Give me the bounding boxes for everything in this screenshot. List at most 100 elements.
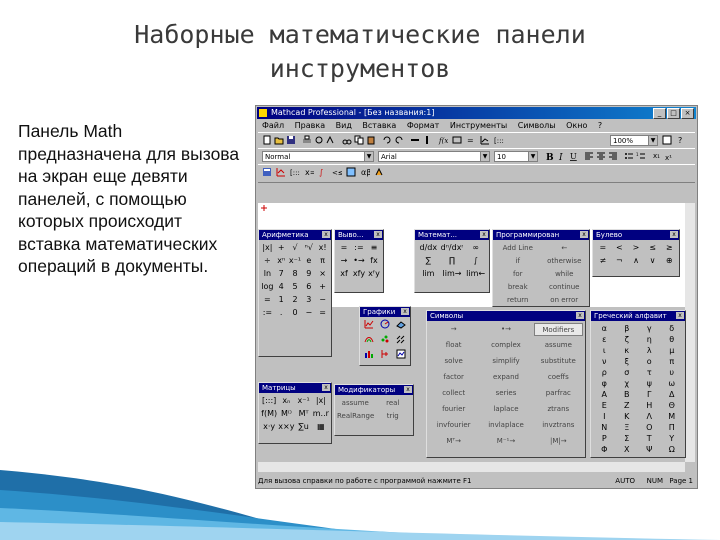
redo-icon[interactable] bbox=[394, 135, 404, 145]
greek-button[interactable]: Μ bbox=[661, 411, 684, 422]
evaluation-button[interactable]: := bbox=[352, 242, 366, 254]
arithmetic-button[interactable]: 5 bbox=[289, 281, 302, 293]
symbols-button[interactable]: expand bbox=[481, 371, 530, 384]
symbols-button[interactable]: complex bbox=[481, 339, 530, 352]
programming-button[interactable]: Add Line bbox=[495, 242, 541, 254]
zoom-combo[interactable]: 100% ▼ bbox=[610, 135, 658, 146]
symbols-button[interactable]: invztrans bbox=[534, 419, 583, 432]
symbols-button[interactable]: |M|→ bbox=[534, 435, 583, 448]
greek-button[interactable]: Δ bbox=[661, 389, 684, 400]
save-icon[interactable] bbox=[286, 135, 296, 145]
greek-button[interactable]: Ι bbox=[593, 411, 616, 422]
greek-button[interactable]: Ξ bbox=[616, 422, 639, 433]
menu-window[interactable]: Окно bbox=[566, 121, 587, 130]
arithmetic-button[interactable]: 8 bbox=[289, 268, 302, 280]
modifiers-button[interactable]: real bbox=[375, 397, 412, 409]
calculus-button[interactable]: lim→ bbox=[441, 268, 464, 280]
boolean-button[interactable]: ∧ bbox=[628, 255, 644, 267]
calculus-toolbar-icon[interactable]: ∫ bbox=[318, 167, 328, 177]
matrices-button[interactable]: ▦ bbox=[313, 421, 329, 433]
cut-icon[interactable] bbox=[342, 135, 352, 145]
programming-button[interactable]: return bbox=[495, 294, 541, 306]
matrices-button[interactable]: [:::] bbox=[261, 395, 277, 407]
close-icon[interactable]: x bbox=[322, 231, 330, 238]
arithmetic-button[interactable]: xⁿ bbox=[275, 255, 288, 267]
symbols-button[interactable]: series bbox=[481, 387, 530, 400]
greek-button[interactable]: ρ bbox=[593, 367, 616, 378]
arithmetic-button[interactable]: 4 bbox=[275, 281, 288, 293]
arithmetic-button[interactable]: 7 bbox=[275, 268, 288, 280]
paste-icon[interactable] bbox=[366, 135, 376, 145]
box-plot-icon[interactable] bbox=[378, 349, 391, 361]
greek-button[interactable]: ω bbox=[661, 378, 684, 389]
contour-plot-icon[interactable] bbox=[362, 334, 375, 346]
panel-titlebar[interactable]: Модификаторы x bbox=[335, 385, 413, 395]
align-across-icon[interactable] bbox=[410, 135, 420, 145]
matrices-button[interactable]: x⁻¹ bbox=[296, 395, 312, 407]
matrices-button[interactable]: xₙ bbox=[278, 395, 294, 407]
symbols-button[interactable]: invlaplace bbox=[481, 419, 530, 432]
greek-button[interactable]: μ bbox=[661, 345, 684, 356]
menu-file[interactable]: Файл bbox=[262, 121, 284, 130]
greek-button[interactable]: Γ bbox=[638, 389, 661, 400]
greek-button[interactable]: Λ bbox=[638, 411, 661, 422]
evaluation-button[interactable]: •→ bbox=[352, 255, 366, 267]
undo-icon[interactable] bbox=[382, 135, 392, 145]
greek-button[interactable]: κ bbox=[616, 345, 639, 356]
align-down-icon[interactable] bbox=[422, 135, 432, 145]
greek-button[interactable]: Φ bbox=[593, 444, 616, 455]
arithmetic-button[interactable]: ÷ bbox=[261, 255, 274, 267]
greek-button[interactable]: Υ bbox=[661, 433, 684, 444]
close-icon[interactable]: x bbox=[676, 312, 684, 319]
animation-icon[interactable] bbox=[395, 349, 408, 361]
evaluation-toolbar-icon[interactable]: x= bbox=[304, 167, 314, 177]
insert-function-icon[interactable]: f(x) bbox=[438, 135, 448, 145]
greek-button[interactable]: η bbox=[638, 334, 661, 345]
programming-button[interactable]: on error bbox=[542, 294, 588, 306]
close-icon[interactable]: x bbox=[374, 231, 382, 238]
boolean-button[interactable]: ≠ bbox=[595, 255, 611, 267]
copy-icon[interactable] bbox=[354, 135, 364, 145]
greek-button[interactable]: Π bbox=[661, 422, 684, 433]
arithmetic-button[interactable]: ⁿ√ bbox=[302, 242, 315, 254]
symbols-button[interactable]: •→ bbox=[481, 323, 530, 336]
bold-icon[interactable]: B bbox=[544, 151, 554, 161]
greek-button[interactable]: Ψ bbox=[638, 444, 661, 455]
matrices-button[interactable]: Mᵀ bbox=[296, 408, 312, 420]
symbols-button[interactable]: fourier bbox=[429, 403, 478, 416]
menu-insert[interactable]: Вставка bbox=[362, 121, 396, 130]
calculate-icon[interactable]: = bbox=[466, 135, 476, 145]
panel-titlebar[interactable]: Выво... x bbox=[335, 230, 383, 240]
arithmetic-button[interactable]: x! bbox=[316, 242, 329, 254]
greek-button[interactable]: Ε bbox=[593, 400, 616, 411]
arithmetic-button[interactable]: := bbox=[261, 307, 274, 319]
style-combo[interactable]: Normal ▼ bbox=[262, 151, 374, 162]
window-titlebar[interactable]: Mathcad Professional - [Без названия:1] … bbox=[257, 107, 696, 119]
arithmetic-button[interactable]: + bbox=[316, 281, 329, 293]
boolean-button[interactable]: ⊕ bbox=[661, 255, 677, 267]
greek-button[interactable]: α bbox=[593, 323, 616, 334]
vertical-scrollbar[interactable] bbox=[685, 203, 695, 462]
programming-button[interactable]: if bbox=[495, 255, 541, 267]
arithmetic-button[interactable]: × bbox=[316, 268, 329, 280]
evaluation-button[interactable]: fx bbox=[367, 255, 381, 267]
calculus-button[interactable]: ∫ bbox=[464, 255, 487, 267]
close-icon[interactable]: x bbox=[670, 231, 678, 238]
modifiers-button[interactable]: trig bbox=[375, 410, 412, 422]
symbols-button[interactable]: Mᵀ→ bbox=[429, 435, 478, 448]
greek-button[interactable]: δ bbox=[661, 323, 684, 334]
greek-button[interactable]: Α bbox=[593, 389, 616, 400]
open-icon[interactable] bbox=[274, 135, 284, 145]
symbols-button[interactable]: float bbox=[429, 339, 478, 352]
symbols-button[interactable]: solve bbox=[429, 355, 478, 368]
matrices-button[interactable]: x·y bbox=[261, 421, 277, 433]
insert-matrix-icon[interactable]: [:::] bbox=[494, 135, 504, 145]
programming-button[interactable]: while bbox=[542, 268, 588, 280]
align-right-icon[interactable] bbox=[608, 151, 618, 161]
calculus-button[interactable]: lim← bbox=[464, 268, 487, 280]
boolean-button[interactable]: ∨ bbox=[645, 255, 661, 267]
greek-button[interactable]: Κ bbox=[616, 411, 639, 422]
bullets-icon[interactable] bbox=[624, 151, 634, 161]
greek-button[interactable]: β bbox=[616, 323, 639, 334]
matrices-button[interactable]: x×y bbox=[278, 421, 294, 433]
